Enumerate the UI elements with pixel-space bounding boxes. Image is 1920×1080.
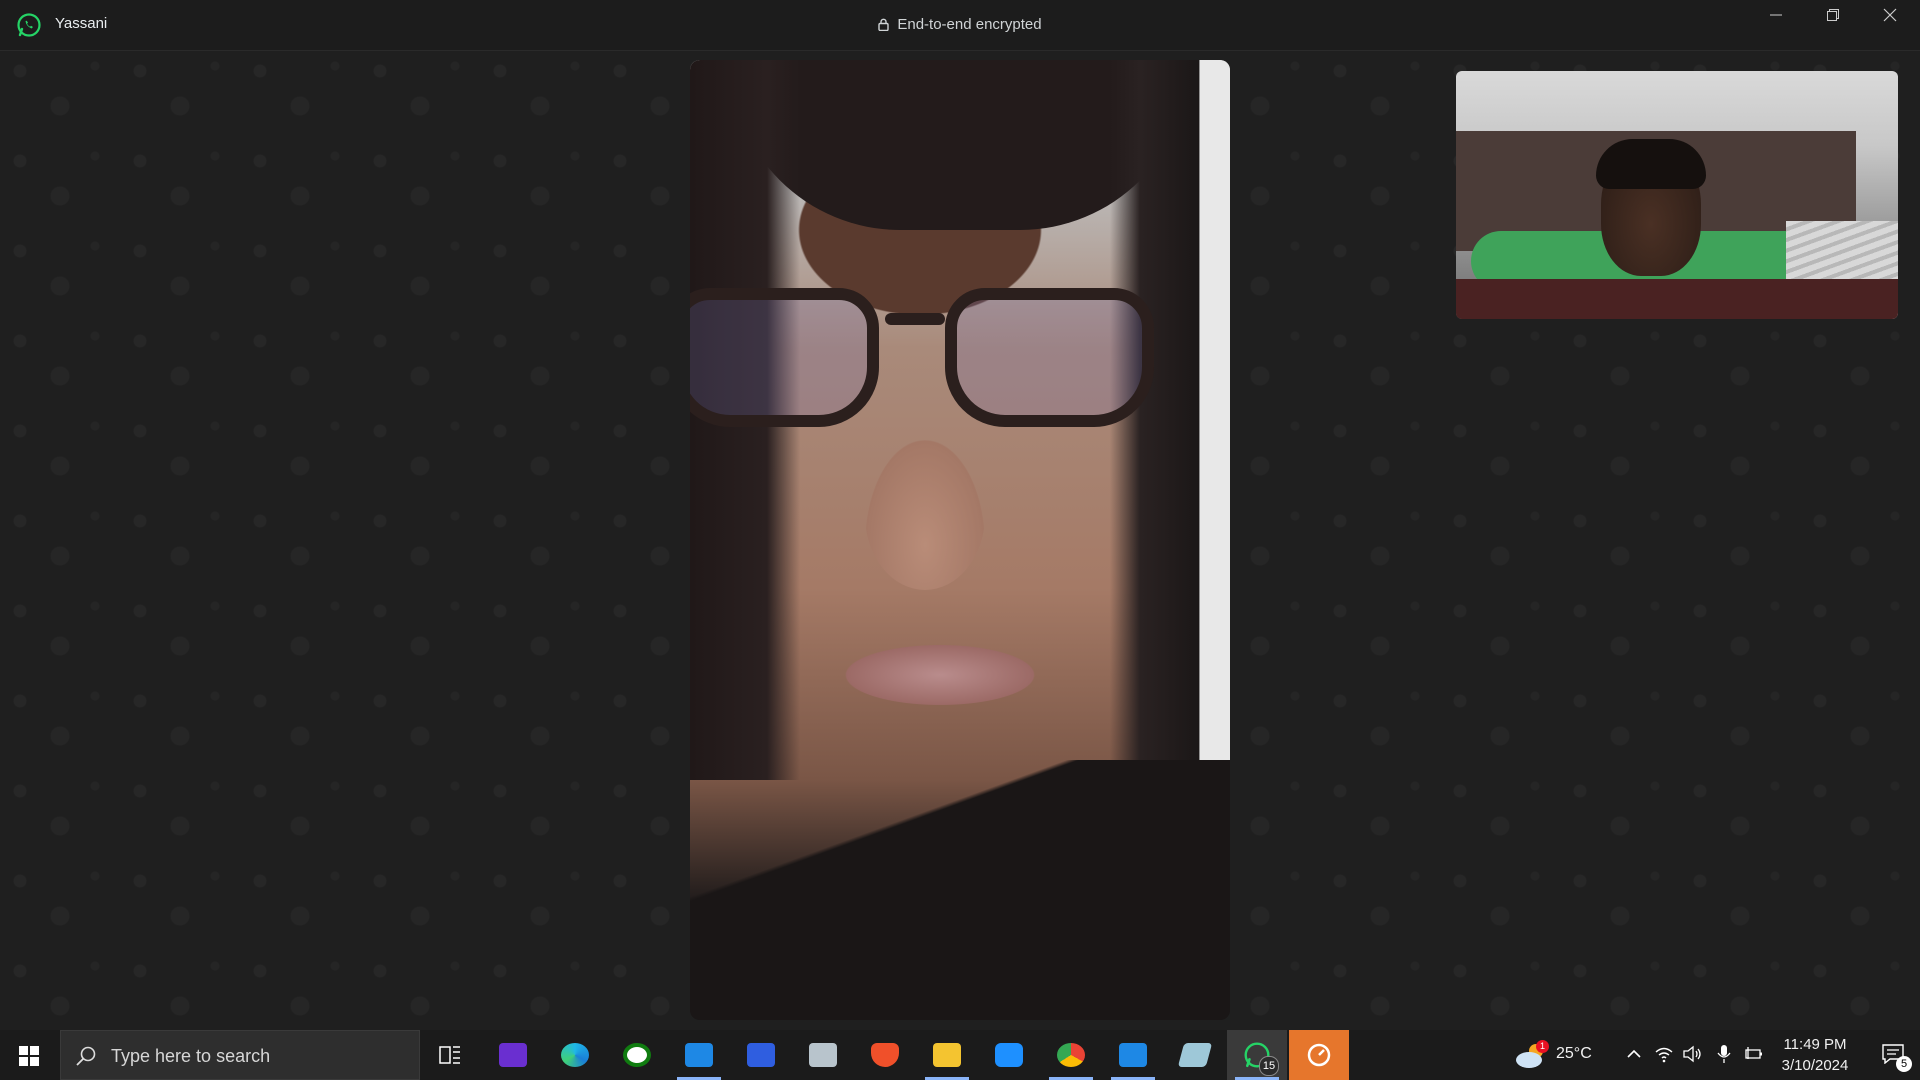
whatsapp-unread-badge: 15 bbox=[1259, 1056, 1279, 1076]
taskbar-vpn[interactable] bbox=[979, 1030, 1039, 1080]
calendar-icon bbox=[1119, 1043, 1147, 1067]
taskbar-notes-app[interactable] bbox=[1165, 1030, 1225, 1080]
video-mouth bbox=[830, 640, 1050, 710]
preview-hair bbox=[1596, 139, 1706, 189]
video-hair-right bbox=[1110, 60, 1230, 880]
chrome-icon bbox=[1057, 1043, 1085, 1067]
weather-alert-badge: 1 bbox=[1536, 1040, 1549, 1053]
taskbar-edge[interactable] bbox=[545, 1030, 605, 1080]
notifications-badge: 5 bbox=[1896, 1056, 1912, 1072]
microphone-icon[interactable] bbox=[1714, 1044, 1734, 1064]
title-bar: Yassani End-to-end encrypted bbox=[0, 0, 1920, 51]
weather-temperature[interactable]: 25°C bbox=[1556, 1045, 1592, 1063]
taskbar-whatsapp[interactable]: 15 bbox=[1227, 1030, 1287, 1080]
edge-icon bbox=[561, 1043, 589, 1067]
minimize-icon bbox=[1770, 14, 1782, 16]
vpn-icon bbox=[995, 1043, 1023, 1067]
taskbar-mail[interactable] bbox=[669, 1030, 729, 1080]
xbox-icon bbox=[623, 1043, 651, 1067]
clock-time: 11:49 PM bbox=[1783, 1036, 1847, 1053]
volume-icon[interactable] bbox=[1682, 1044, 1702, 1064]
taskbar-chrome[interactable] bbox=[1041, 1030, 1101, 1080]
notes-app-icon bbox=[1177, 1043, 1213, 1067]
file-explorer-icon bbox=[933, 1043, 961, 1067]
taskbar-video-editor[interactable] bbox=[483, 1030, 543, 1080]
close-button[interactable] bbox=[1870, 8, 1910, 32]
photos-icon bbox=[809, 1043, 837, 1067]
search-placeholder: Type here to search bbox=[111, 1046, 271, 1066]
encryption-status: End-to-end encrypted bbox=[0, 16, 1920, 33]
restore-icon bbox=[1827, 9, 1839, 21]
search-icon bbox=[76, 1046, 96, 1066]
lock-icon bbox=[878, 18, 890, 31]
taskbar-sketch-app[interactable] bbox=[731, 1030, 791, 1080]
windows-icon bbox=[19, 1046, 39, 1066]
video-glasses bbox=[690, 288, 1160, 427]
self-video-preview[interactable] bbox=[1456, 71, 1898, 319]
start-button[interactable] bbox=[0, 1030, 58, 1080]
taskbar-brave[interactable] bbox=[855, 1030, 915, 1080]
video-editor-icon bbox=[499, 1043, 527, 1067]
sketch-app-icon bbox=[747, 1043, 775, 1067]
video-lens-right bbox=[945, 288, 1154, 427]
notifications-button[interactable]: 5 bbox=[1870, 1030, 1920, 1080]
timer-app-icon bbox=[1307, 1043, 1331, 1067]
taskbar-timer-app[interactable] bbox=[1289, 1030, 1349, 1080]
taskbar-search-box[interactable]: Type here to search bbox=[60, 1030, 420, 1080]
restore-button[interactable] bbox=[1813, 8, 1853, 32]
wifi-icon[interactable] bbox=[1654, 1044, 1674, 1064]
remote-video-feed bbox=[690, 60, 1230, 1020]
mail-icon bbox=[685, 1043, 713, 1067]
taskbar-photos[interactable] bbox=[793, 1030, 853, 1080]
system-clock[interactable]: 11:49 PM 3/10/2024 bbox=[1760, 1034, 1870, 1076]
clock-date: 3/10/2024 bbox=[1781, 1057, 1849, 1074]
encryption-label: End-to-end encrypted bbox=[897, 16, 1042, 33]
video-lens-left bbox=[690, 288, 879, 427]
taskbar-calendar[interactable] bbox=[1103, 1030, 1163, 1080]
taskbar-task-view[interactable] bbox=[420, 1030, 480, 1080]
close-icon bbox=[1883, 8, 1897, 22]
brave-icon bbox=[871, 1043, 899, 1067]
minimize-button[interactable] bbox=[1756, 8, 1796, 32]
taskbar-xbox[interactable] bbox=[607, 1030, 667, 1080]
taskbar-file-explorer[interactable] bbox=[917, 1030, 977, 1080]
task-view-icon bbox=[439, 1046, 460, 1064]
video-shirt bbox=[690, 760, 1230, 1020]
video-glasses-bridge bbox=[885, 313, 945, 325]
preview-blanket bbox=[1456, 279, 1898, 319]
video-nose bbox=[865, 440, 985, 590]
taskbar: Type here to search 15 1 25°C 11:49 PM 3… bbox=[0, 1030, 1920, 1080]
chevron-up-icon[interactable] bbox=[1624, 1044, 1644, 1064]
